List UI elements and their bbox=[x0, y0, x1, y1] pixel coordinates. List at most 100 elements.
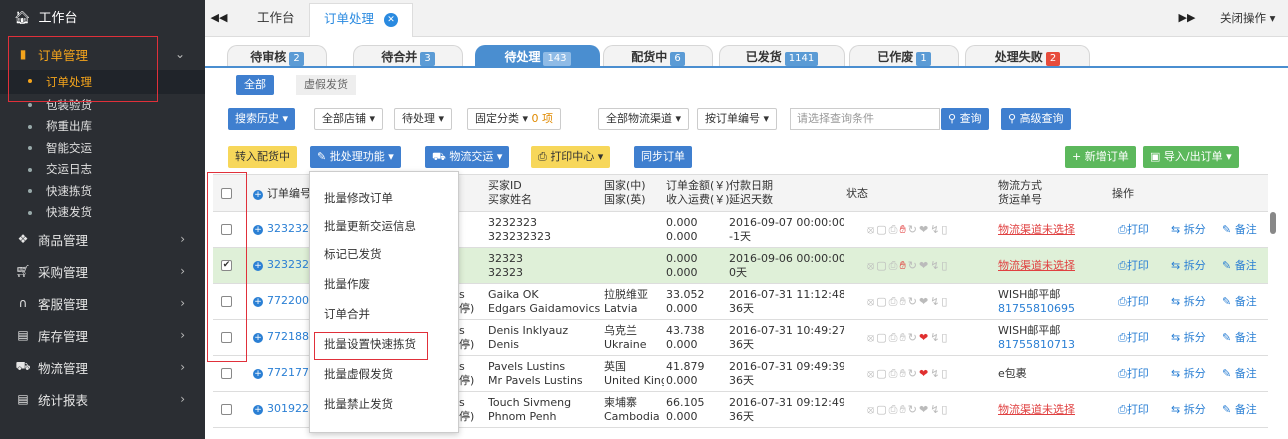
order-no-link[interactable]: +7722006 bbox=[253, 294, 309, 308]
query-button[interactable]: ⚲ 查询 bbox=[941, 108, 989, 130]
filter-all[interactable]: 全部 bbox=[236, 75, 274, 95]
close-ops-menu[interactable]: 关闭操作 ▾ bbox=[1220, 0, 1275, 37]
row-checkbox[interactable] bbox=[221, 368, 232, 379]
sidebar-menu-item[interactable]: ▤ 统计报表 › bbox=[0, 383, 205, 415]
status-tab-label: 待处理 bbox=[504, 50, 541, 64]
tracking-no-link[interactable]: 81755810695 bbox=[998, 302, 1103, 316]
note-op-link[interactable]: ✎ 备注 bbox=[1222, 331, 1257, 345]
note-op-link[interactable]: ✎ 备注 bbox=[1222, 403, 1257, 417]
status-tab[interactable]: 已发货 1141 bbox=[719, 45, 845, 67]
note-op-link[interactable]: ✎ 备注 bbox=[1222, 367, 1257, 381]
split-op-link[interactable]: ⇆ 拆分 bbox=[1171, 223, 1206, 237]
sidebar-sub-item[interactable]: 快速发货 bbox=[0, 202, 205, 224]
batch-menu-item[interactable]: 批量作废 bbox=[324, 276, 370, 292]
print-op-link[interactable]: ⎙打印 bbox=[1118, 367, 1149, 381]
status-tab[interactable]: 待处理 143 bbox=[475, 45, 600, 67]
status-icons: ⦻▢⎙✋︎↻❤︎↯▯ bbox=[867, 331, 950, 344]
print-op-link[interactable]: ⎙打印 bbox=[1118, 259, 1149, 273]
split-op-link[interactable]: ⇆ 拆分 bbox=[1171, 295, 1206, 309]
batch-menu-item[interactable]: 批量设置快速拣货 bbox=[324, 336, 416, 352]
menu-order-management[interactable]: ▮ 订单管理 ⌄ bbox=[0, 38, 205, 70]
count-badge: 143 bbox=[543, 52, 571, 66]
status-tab[interactable]: 配货中 6 bbox=[603, 45, 713, 67]
pending-select[interactable]: 待处理 ▾ bbox=[394, 108, 453, 130]
order-no-link[interactable]: +3019227 bbox=[253, 402, 309, 416]
header-shipping: 物流方式 货运单号 bbox=[998, 179, 1042, 206]
note-op-link[interactable]: ✎ 备注 bbox=[1222, 259, 1257, 273]
batch-menu-item[interactable]: 批量虚假发货 bbox=[324, 366, 393, 382]
sync-orders-button[interactable]: 同步订单 bbox=[634, 146, 692, 168]
sidebar-sub-item[interactable]: 订单处理 bbox=[0, 70, 205, 94]
batch-menu-item[interactable]: 批量禁止发货 bbox=[324, 396, 393, 412]
scrollbar[interactable] bbox=[1270, 212, 1276, 234]
sidebar-menu-item[interactable]: ❖ 商品管理 › bbox=[0, 223, 205, 255]
status-tab[interactable]: 待审核 2 bbox=[227, 45, 327, 67]
order-no-link[interactable]: +3232323 bbox=[253, 258, 309, 272]
print-op-link[interactable]: ⎙打印 bbox=[1118, 295, 1149, 309]
row-checkbox[interactable] bbox=[221, 332, 232, 343]
sidebar-menu-item[interactable]: ∩ 客服管理 › bbox=[0, 287, 205, 319]
note-op-link[interactable]: ✎ 备注 bbox=[1222, 223, 1257, 237]
batch-menu-item[interactable]: 订单合并 bbox=[324, 306, 370, 322]
sidebar-menu-item[interactable]: ▤ 库存管理 › bbox=[0, 319, 205, 351]
sidebar-sub-item[interactable]: 交运日志 bbox=[0, 159, 205, 181]
fixed-class-select[interactable]: 固定分类 ▾ 0 项 bbox=[467, 108, 562, 130]
plus-icon: + bbox=[253, 405, 263, 415]
header-amount: 订单金额(￥) 收入运费(￥) bbox=[666, 179, 730, 206]
batch-functions-button[interactable]: ✎ 批处理功能 ▾ bbox=[310, 146, 401, 168]
tab-scroll-left-icon[interactable]: ◀◀ bbox=[205, 0, 233, 37]
status-tab[interactable]: 处理失败 2 bbox=[965, 45, 1090, 67]
note-op-link[interactable]: ✎ 备注 bbox=[1222, 295, 1257, 309]
printer-icon: ⎙ bbox=[1118, 259, 1127, 272]
all-stores-select[interactable]: 全部店铺 ▾ bbox=[314, 108, 384, 130]
row-checkbox[interactable] bbox=[221, 404, 232, 415]
sidebar-sub-item[interactable]: 称重出库 bbox=[0, 116, 205, 138]
search-history-button[interactable]: 搜索历史 ▾ bbox=[228, 108, 296, 130]
to-picking-button[interactable]: 转入配货中 bbox=[228, 146, 297, 168]
search-input[interactable]: 请选择查询条件 bbox=[790, 108, 940, 130]
sidebar-menu-item[interactable]: 🛒︎ 采购管理 › bbox=[0, 255, 205, 287]
tab-scroll-right-icon[interactable]: ▶▶ bbox=[1173, 0, 1201, 37]
batch-menu-item[interactable]: 批量更新交运信息 bbox=[324, 218, 416, 234]
filter-virtual-shipping[interactable]: 虚假发货 bbox=[296, 75, 356, 95]
split-op-link[interactable]: ⇆ 拆分 bbox=[1171, 403, 1206, 417]
tab-order-processing[interactable]: 订单处理 ✕ bbox=[309, 3, 414, 37]
select-all-checkbox[interactable] bbox=[221, 188, 232, 199]
status-tab[interactable]: 已作废 1 bbox=[849, 45, 959, 67]
sidebar-menu-item[interactable]: ⛟ 物流管理 › bbox=[0, 351, 205, 383]
import-export-button[interactable]: ▣ 导入/出订单 ▾ bbox=[1143, 146, 1239, 168]
channel-not-selected-link[interactable]: 物流渠道未选择 bbox=[998, 403, 1103, 417]
split-op-link[interactable]: ⇆ 拆分 bbox=[1171, 259, 1206, 273]
row-checkbox[interactable]: ✔ bbox=[221, 260, 232, 271]
by-order-no-select[interactable]: 按订单编号 ▾ bbox=[697, 108, 778, 130]
close-icon[interactable]: ✕ bbox=[384, 12, 399, 27]
tracking-no-link[interactable]: 81755810713 bbox=[998, 338, 1103, 352]
logistics-button[interactable]: ⛟ 物流交运 ▾ bbox=[425, 146, 510, 168]
sidebar-sub-item[interactable]: 快速拣货 bbox=[0, 180, 205, 202]
channel-not-selected-link[interactable]: 物流渠道未选择 bbox=[998, 223, 1103, 237]
batch-menu-item[interactable]: 标记已发货 bbox=[324, 246, 382, 262]
sidebar-sub-item[interactable]: 智能交运 bbox=[0, 137, 205, 159]
tab-home[interactable]: 工作台 bbox=[243, 3, 310, 37]
row-checkbox[interactable] bbox=[221, 224, 232, 235]
order-no-link[interactable]: +7721774 bbox=[253, 366, 309, 380]
print-op-link[interactable]: ⎙打印 bbox=[1118, 223, 1149, 237]
advanced-query-button[interactable]: ⚲ 高级查询 bbox=[1001, 108, 1071, 130]
shipping-cell: e包裹 bbox=[998, 367, 1027, 380]
new-order-button[interactable]: + 新增订单 bbox=[1065, 146, 1136, 168]
order-no-link[interactable]: +3232323 bbox=[253, 222, 309, 236]
sidebar-home[interactable]: 🏠︎ 工作台 bbox=[0, 0, 205, 38]
all-channels-select[interactable]: 全部物流渠道 ▾ bbox=[598, 108, 690, 130]
channel-not-selected-link[interactable]: 物流渠道未选择 bbox=[998, 259, 1103, 273]
row-checkbox[interactable] bbox=[221, 296, 232, 307]
split-op-link[interactable]: ⇆ 拆分 bbox=[1171, 367, 1206, 381]
print-center-button[interactable]: ⎙ 打印中心 ▾ bbox=[531, 146, 611, 168]
status-tab[interactable]: 待合并 3 bbox=[353, 45, 463, 67]
plus-icon: + bbox=[253, 297, 263, 307]
split-op-link[interactable]: ⇆ 拆分 bbox=[1171, 331, 1206, 345]
sidebar-sub-item[interactable]: 包装验货 bbox=[0, 94, 205, 116]
print-op-link[interactable]: ⎙打印 bbox=[1118, 403, 1149, 417]
order-no-link[interactable]: +7721886 bbox=[253, 330, 309, 344]
batch-menu-item[interactable]: 批量修改订单 bbox=[324, 190, 393, 206]
print-op-link[interactable]: ⎙打印 bbox=[1118, 331, 1149, 345]
